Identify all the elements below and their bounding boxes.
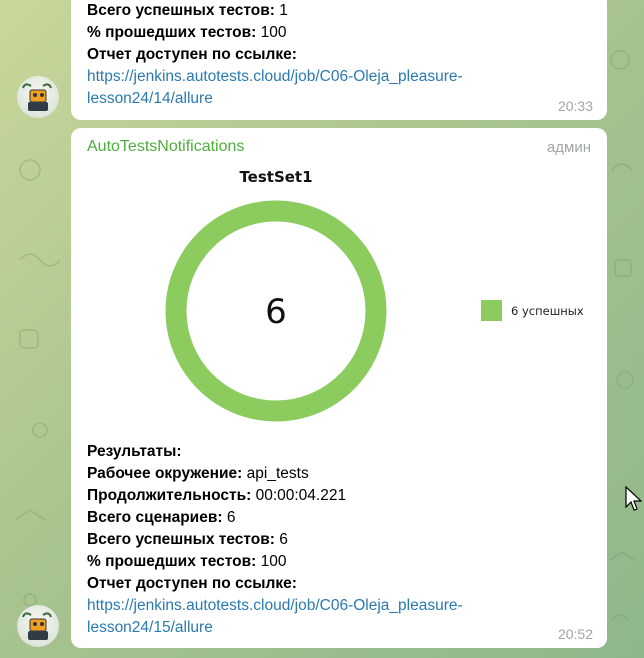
bot-avatar[interactable] <box>17 605 59 647</box>
message-bubble: Всего успешных тестов: 1 % прошедших тес… <box>71 0 607 120</box>
test-results-chart[interactable]: TestSet1 6 6 успешных <box>151 164 611 434</box>
report-link[interactable]: https://jenkins.autotests.cloud/job/C06-… <box>87 595 463 639</box>
message-line: Продолжительность: 00:00:04.221 <box>87 487 347 504</box>
report-link[interactable]: https://jenkins.autotests.cloud/job/C06-… <box>87 66 591 110</box>
message-time: 20:52 <box>557 626 593 642</box>
message-time: 20:33 <box>557 98 593 114</box>
sender-role: админ <box>546 139 591 156</box>
message-line: Всего сценариев: 6 <box>87 509 236 526</box>
message-line: % прошедших тестов: 100 <box>87 553 287 570</box>
message-line: Отчет доступен по ссылке: <box>87 575 297 592</box>
legend-swatch <box>481 300 502 321</box>
bot-avatar[interactable] <box>17 76 59 118</box>
mouse-cursor-icon <box>625 486 642 511</box>
message-line: % прошедших тестов: 100 <box>87 24 287 41</box>
message-line: Рабочее окружение: api_tests <box>87 465 309 482</box>
message-line: Всего успешных тестов: 6 <box>87 531 288 548</box>
robot-avatar-icon <box>22 83 52 111</box>
message-line: Результаты: <box>87 443 182 460</box>
chart-center-value: 6 <box>265 292 287 332</box>
message-line: Всего успешных тестов: 1 <box>87 2 288 19</box>
chart-title: TestSet1 <box>239 168 312 186</box>
message-line: Отчет доступен по ссылке: <box>87 46 297 63</box>
legend-label: 6 успешных <box>511 304 584 318</box>
sender-name[interactable]: AutoTestsNotifications <box>87 138 244 156</box>
message-bubble: AutoTestsNotifications админ TestSet1 6 … <box>71 128 607 648</box>
robot-avatar-icon <box>22 612 52 640</box>
